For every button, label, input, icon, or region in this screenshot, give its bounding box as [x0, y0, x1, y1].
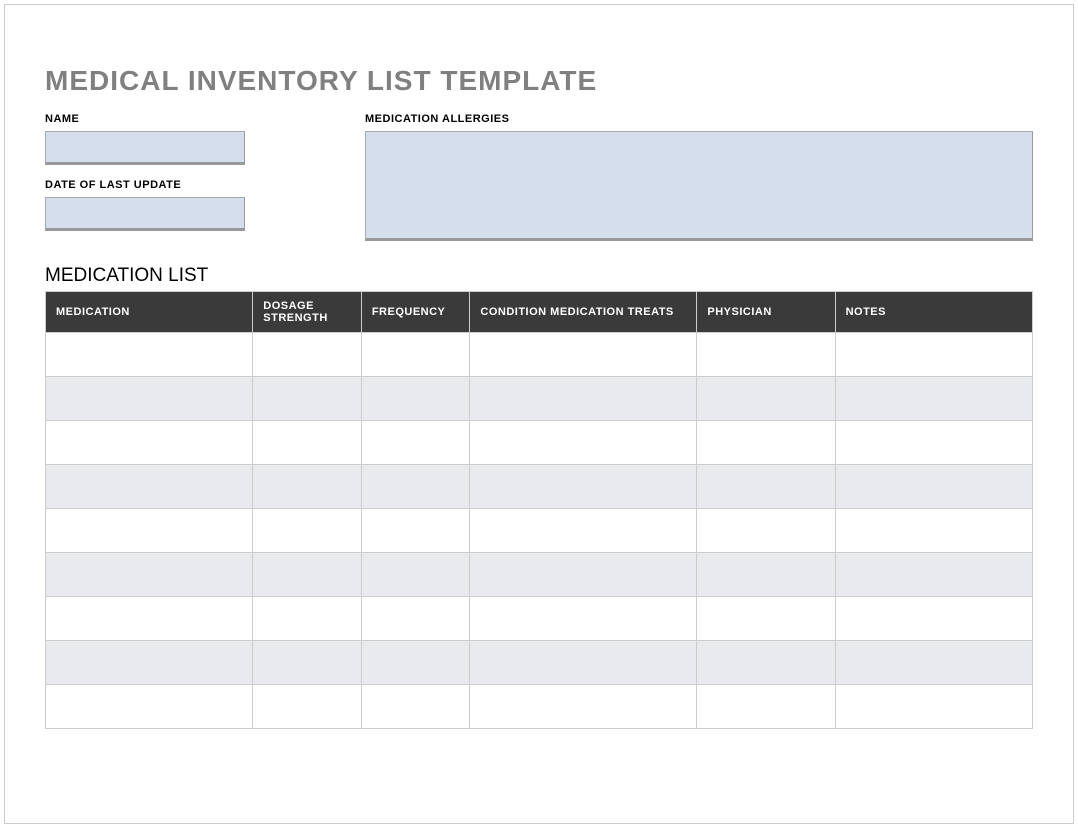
cell-dosage[interactable] — [253, 553, 362, 597]
cell-condition[interactable] — [470, 333, 697, 377]
cell-frequency[interactable] — [361, 641, 470, 685]
cell-medication[interactable] — [46, 597, 253, 641]
header-notes: NOTES — [835, 292, 1032, 333]
cell-physician[interactable] — [697, 465, 835, 509]
header-condition: CONDITION MEDICATION TREATS — [470, 292, 697, 333]
date-label: DATE OF LAST UPDATE — [45, 179, 365, 191]
table-header-row: MEDICATION DOSAGE STRENGTH FREQUENCY CON… — [46, 292, 1033, 333]
section-label: MEDICATION LIST — [45, 265, 1033, 287]
cell-notes[interactable] — [835, 465, 1032, 509]
cell-physician[interactable] — [697, 377, 835, 421]
table-row — [46, 509, 1033, 553]
table-row — [46, 553, 1033, 597]
cell-medication[interactable] — [46, 641, 253, 685]
cell-dosage[interactable] — [253, 333, 362, 377]
cell-condition[interactable] — [470, 421, 697, 465]
cell-medication[interactable] — [46, 421, 253, 465]
table-row — [46, 465, 1033, 509]
table-row — [46, 421, 1033, 465]
cell-medication[interactable] — [46, 465, 253, 509]
cell-physician[interactable] — [697, 553, 835, 597]
cell-notes[interactable] — [835, 377, 1032, 421]
cell-notes[interactable] — [835, 509, 1032, 553]
cell-frequency[interactable] — [361, 333, 470, 377]
cell-condition[interactable] — [470, 509, 697, 553]
name-label: NAME — [45, 113, 365, 125]
cell-frequency[interactable] — [361, 465, 470, 509]
cell-notes[interactable] — [835, 597, 1032, 641]
cell-condition[interactable] — [470, 465, 697, 509]
cell-condition[interactable] — [470, 553, 697, 597]
cell-notes[interactable] — [835, 333, 1032, 377]
cell-dosage[interactable] — [253, 685, 362, 729]
cell-physician[interactable] — [697, 597, 835, 641]
table-row — [46, 641, 1033, 685]
medication-table: MEDICATION DOSAGE STRENGTH FREQUENCY CON… — [45, 291, 1033, 729]
cell-physician[interactable] — [697, 685, 835, 729]
cell-medication[interactable] — [46, 509, 253, 553]
cell-notes[interactable] — [835, 641, 1032, 685]
cell-condition[interactable] — [470, 377, 697, 421]
cell-dosage[interactable] — [253, 421, 362, 465]
table-row — [46, 685, 1033, 729]
table-row — [46, 377, 1033, 421]
cell-physician[interactable] — [697, 421, 835, 465]
cell-dosage[interactable] — [253, 465, 362, 509]
table-row — [46, 597, 1033, 641]
cell-physician[interactable] — [697, 333, 835, 377]
name-input[interactable] — [45, 131, 245, 165]
cell-frequency[interactable] — [361, 597, 470, 641]
header-fields: NAME DATE OF LAST UPDATE MEDICATION ALLE… — [45, 113, 1033, 245]
cell-frequency[interactable] — [361, 553, 470, 597]
cell-medication[interactable] — [46, 377, 253, 421]
allergies-input[interactable] — [365, 131, 1033, 241]
cell-physician[interactable] — [697, 641, 835, 685]
page-title: MEDICAL INVENTORY LIST TEMPLATE — [45, 65, 1033, 97]
cell-dosage[interactable] — [253, 641, 362, 685]
cell-notes[interactable] — [835, 553, 1032, 597]
cell-condition[interactable] — [470, 641, 697, 685]
header-dosage: DOSAGE STRENGTH — [253, 292, 362, 333]
header-frequency: FREQUENCY — [361, 292, 470, 333]
cell-medication[interactable] — [46, 685, 253, 729]
cell-frequency[interactable] — [361, 509, 470, 553]
header-physician: PHYSICIAN — [697, 292, 835, 333]
cell-frequency[interactable] — [361, 377, 470, 421]
cell-condition[interactable] — [470, 597, 697, 641]
table-row — [46, 333, 1033, 377]
allergies-label: MEDICATION ALLERGIES — [365, 113, 1033, 125]
cell-frequency[interactable] — [361, 421, 470, 465]
cell-condition[interactable] — [470, 685, 697, 729]
cell-dosage[interactable] — [253, 377, 362, 421]
date-input[interactable] — [45, 197, 245, 231]
header-medication: MEDICATION — [46, 292, 253, 333]
right-column: MEDICATION ALLERGIES — [365, 113, 1033, 245]
cell-notes[interactable] — [835, 685, 1032, 729]
cell-dosage[interactable] — [253, 509, 362, 553]
cell-dosage[interactable] — [253, 597, 362, 641]
cell-medication[interactable] — [46, 553, 253, 597]
cell-medication[interactable] — [46, 333, 253, 377]
cell-frequency[interactable] — [361, 685, 470, 729]
cell-physician[interactable] — [697, 509, 835, 553]
cell-notes[interactable] — [835, 421, 1032, 465]
page-container: MEDICAL INVENTORY LIST TEMPLATE NAME DAT… — [4, 4, 1074, 824]
left-column: NAME DATE OF LAST UPDATE — [45, 113, 365, 245]
